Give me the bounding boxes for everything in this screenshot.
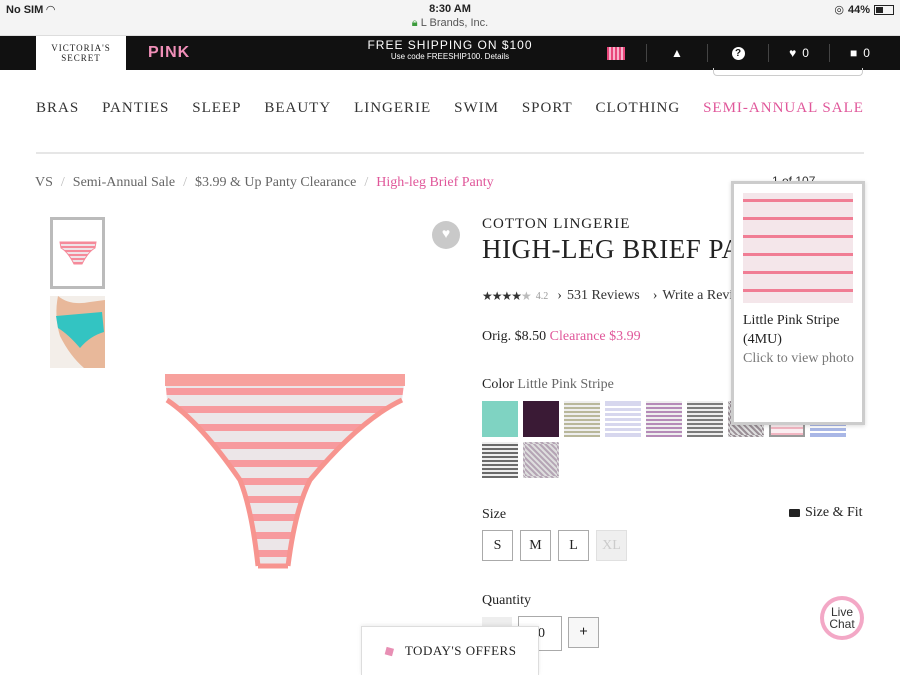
color-swatch[interactable] xyxy=(482,442,518,478)
main-nav: BRAS PANTIES SLEEP BEAUTY LINGERIE SWIM … xyxy=(36,100,864,132)
color-label: Color xyxy=(482,377,514,392)
breadcrumb-semi-annual-sale[interactable]: Semi-Annual Sale xyxy=(73,175,175,191)
nav-item-clothing[interactable]: CLOTHING xyxy=(596,100,681,132)
heart-icon: ♥ xyxy=(441,227,451,242)
todays-offers-button[interactable]: ◆ TODAY'S OFFERS xyxy=(361,626,539,675)
live-chat-label: Live Chat xyxy=(824,600,860,636)
nav-item-sport[interactable]: SPORT xyxy=(522,100,573,132)
panty-thumbnail-image xyxy=(58,241,97,265)
size-option-xl: XL xyxy=(596,530,627,561)
vs-brand-tab[interactable]: VICTORIA'S SECRET xyxy=(36,36,126,70)
nav-item-swim[interactable]: SWIM xyxy=(454,100,499,132)
breadcrumb-separator: / xyxy=(364,175,369,190)
color-swatch[interactable] xyxy=(687,401,723,437)
vs-logo-line2: SECRET xyxy=(61,53,101,63)
vs-logo-line1: VICTORIA'S xyxy=(51,43,111,53)
product-collection: COTTON LINGERIE xyxy=(482,216,631,232)
size-option-m[interactable]: M xyxy=(520,530,551,561)
nav-item-semi-annual-sale[interactable]: SEMI-ANNUAL SALE xyxy=(703,100,864,132)
quantity-label: Quantity xyxy=(482,593,531,608)
nav-item-panties[interactable]: PANTIES xyxy=(102,100,169,132)
rating-value: 4.2 xyxy=(535,290,549,302)
pink-brand-tab[interactable]: PINK xyxy=(148,44,190,62)
ios-status-bar: No SIM ◠ 8:30 AM 🔒︎ L Brands, Inc. ◎ 44% xyxy=(0,0,900,36)
top-bar: VICTORIA'S SECRET PINK FREE SHIPPING ON … xyxy=(0,36,900,70)
breadcrumb-separator: / xyxy=(60,175,65,190)
swatch-preview-name: Little Pink Stripe (4MU) xyxy=(743,313,840,347)
shipping-code: Use code FREESHIP100. Details xyxy=(390,52,510,61)
color-swatch[interactable] xyxy=(605,401,641,437)
stripes-icon xyxy=(607,46,625,60)
account-button[interactable]: ▲︎ xyxy=(647,46,707,60)
clock: 8:30 AM xyxy=(429,3,471,15)
bag-count: 0 xyxy=(863,46,870,60)
shipping-headline: FREE SHIPPING ON $100 xyxy=(367,38,533,52)
reviews-link[interactable]: 531 Reviews xyxy=(567,288,640,304)
bag-icon: ■ xyxy=(850,46,858,60)
nav-item-lingerie[interactable]: LINGERIE xyxy=(354,100,431,132)
rotation-lock-icon: ◎ xyxy=(834,4,844,16)
swatch-preview-image xyxy=(743,193,853,303)
main-product-image[interactable] xyxy=(160,370,410,580)
color-swatch[interactable] xyxy=(564,401,600,437)
rating-row: ★★★★★ 4.2 › 531 Reviews › Write a Review xyxy=(482,288,750,304)
color-swatch[interactable] xyxy=(646,401,682,437)
size-fit-link[interactable]: Size & Fit xyxy=(789,505,863,521)
lock-icon: 🔒︎ xyxy=(411,17,418,29)
price-row: Orig. $8.50 Clearance $3.99 xyxy=(482,329,641,345)
size-fit-label: Size & Fit xyxy=(805,505,863,520)
size-option-l[interactable]: L xyxy=(558,530,589,561)
battery-indicator: ◎ 44% xyxy=(834,3,894,16)
shipping-promo[interactable]: FREE SHIPPING ON $100 Use code FREESHIP1… xyxy=(300,38,600,61)
nav-divider xyxy=(36,152,864,154)
battery-icon xyxy=(874,4,894,15)
swatch-preview-hint: Click to view photo xyxy=(743,351,854,366)
stripes-menu-button[interactable] xyxy=(586,46,646,60)
chevron-right-icon: › xyxy=(652,288,658,303)
rating-stars: ★★★★★ xyxy=(482,288,532,303)
breadcrumb: VS / Semi-Annual Sale / $3.99 & Up Panty… xyxy=(35,175,494,191)
breadcrumb-separator: / xyxy=(183,175,187,190)
selected-color-name: Little Pink Stripe xyxy=(517,377,614,392)
heart-icon: ♥ xyxy=(789,46,797,60)
clearance-price: Clearance $3.99 xyxy=(549,329,641,344)
product-title: HIGH-LEG BRIEF PANTY xyxy=(482,234,732,264)
quantity-increase-button[interactable]: + xyxy=(568,617,599,648)
swatch-preview-popup[interactable]: Little Pink Stripe (4MU) Click to view p… xyxy=(731,181,865,425)
tag-icon: ◆ xyxy=(380,641,398,661)
favorites-count: 0 xyxy=(802,46,809,60)
add-to-favorites-button[interactable]: ♥ xyxy=(432,221,460,249)
nav-item-sleep[interactable]: SLEEP xyxy=(192,100,241,132)
model-thumbnail-image xyxy=(50,296,105,368)
search-box-edge[interactable] xyxy=(713,68,863,76)
color-row: Color Little Pink Stripe xyxy=(482,377,614,393)
size-option-s[interactable]: S xyxy=(482,530,513,561)
nav-item-beauty[interactable]: BEAUTY xyxy=(264,100,331,132)
breadcrumb-vs[interactable]: VS xyxy=(35,175,53,191)
bag-button[interactable]: ■ 0 xyxy=(830,46,890,60)
color-swatch[interactable] xyxy=(523,442,559,478)
breadcrumb-panty-clearance[interactable]: $3.99 & Up Panty Clearance xyxy=(195,175,356,191)
thumbnail-model[interactable] xyxy=(50,296,105,368)
thumbnail-product[interactable] xyxy=(50,217,105,289)
live-chat-button[interactable]: Live Chat xyxy=(820,596,864,640)
site-owner: 🔒︎ L Brands, Inc. xyxy=(411,17,489,29)
ruler-icon xyxy=(789,509,800,517)
size-options: S M L XL xyxy=(482,530,627,561)
original-price: Orig. $8.50 xyxy=(482,329,547,344)
help-button[interactable]: ? xyxy=(708,46,768,60)
user-icon: ▲︎ xyxy=(671,46,683,60)
color-swatch[interactable] xyxy=(523,401,559,437)
help-icon: ? xyxy=(731,46,745,60)
breadcrumb-current: High-leg Brief Panty xyxy=(376,175,494,190)
nav-item-bras[interactable]: BRAS xyxy=(36,100,79,132)
top-icons: ▲︎ ? ♥ 0 ■ 0 xyxy=(586,36,890,70)
todays-offers-label: TODAY'S OFFERS xyxy=(404,643,517,658)
chevron-right-icon: › xyxy=(557,288,562,303)
favorites-button[interactable]: ♥ 0 xyxy=(769,46,829,60)
size-label: Size xyxy=(482,507,507,522)
color-swatch[interactable] xyxy=(482,401,518,437)
